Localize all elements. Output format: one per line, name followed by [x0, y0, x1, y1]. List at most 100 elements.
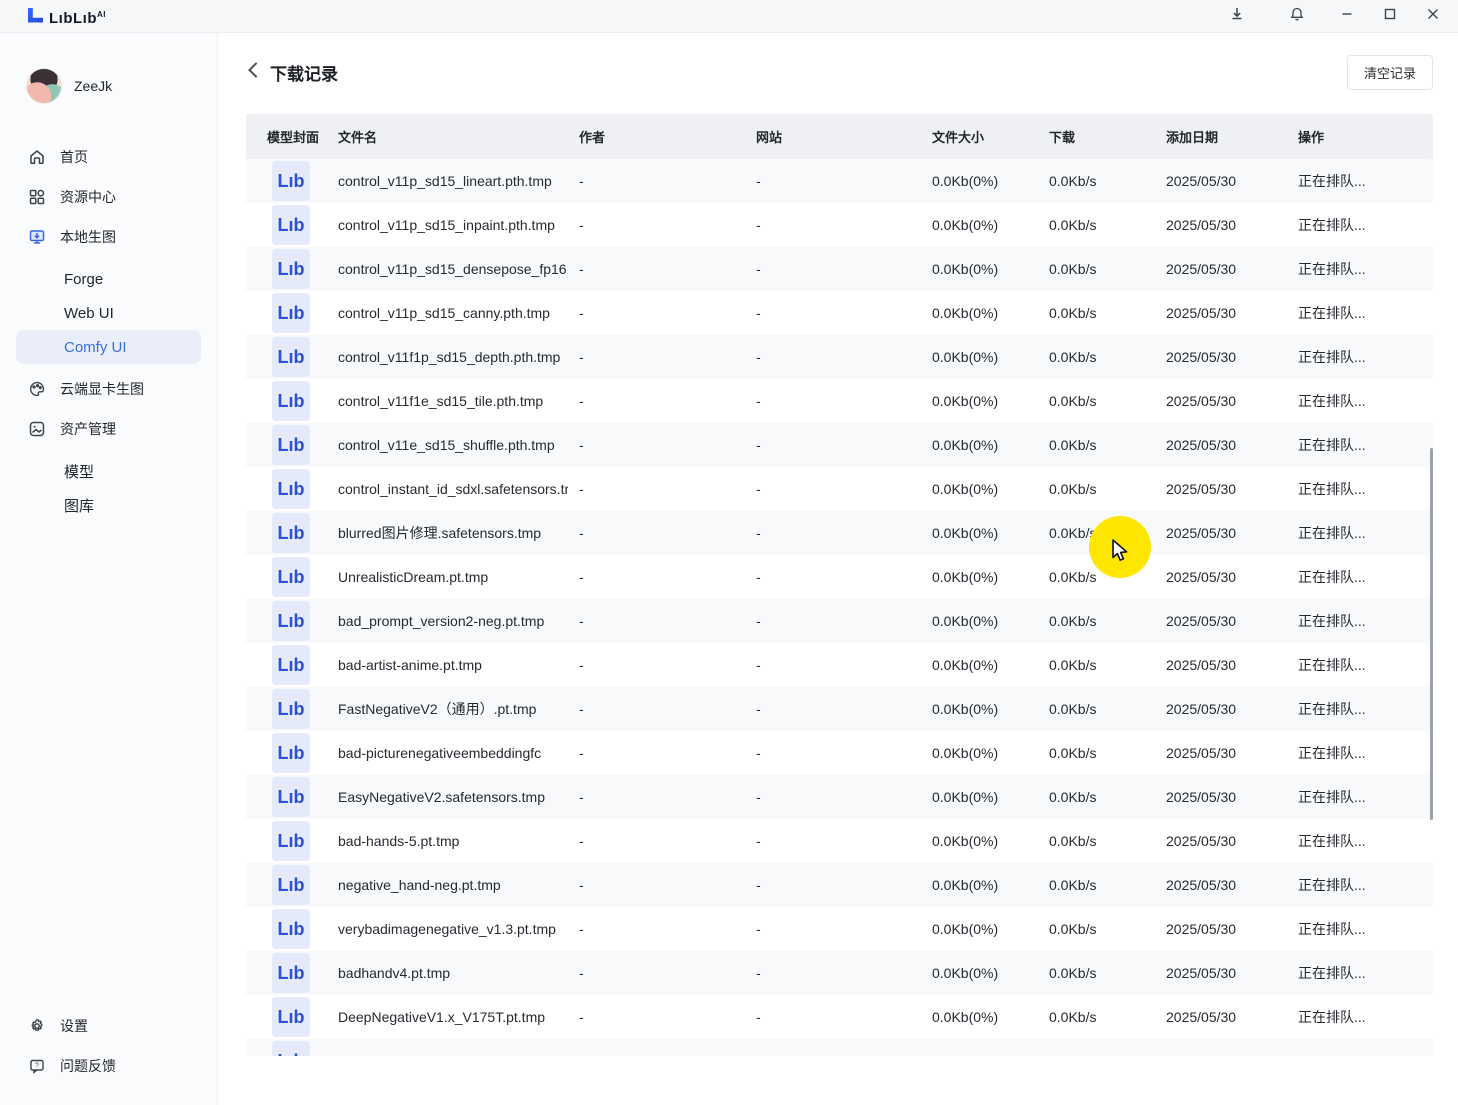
cell-cover: Lıb	[267, 469, 338, 509]
close-button[interactable]	[1418, 2, 1448, 30]
sidebar-item-asset-management[interactable]: 资产管理	[16, 414, 201, 444]
local-generate-icon	[28, 228, 46, 246]
cell-date: 2025/05/30	[1166, 789, 1298, 805]
cell-date: 2025/05/30	[1166, 1009, 1298, 1025]
cell-site: -	[756, 261, 932, 277]
cell-author: -	[579, 261, 756, 277]
user-profile[interactable]: ZeeJk	[0, 68, 217, 122]
cell-speed: 0.0Kb/s	[1049, 877, 1166, 893]
table-row[interactable]: Lıb	[246, 1039, 1433, 1056]
cell-site: -	[756, 305, 932, 321]
table-row[interactable]: LıbEasyNegativeV2.safetensors.tmp--0.0Kb…	[246, 775, 1433, 819]
cell-cover: Lıb	[267, 645, 338, 685]
cell-action: 正在排队...	[1298, 919, 1433, 939]
cell-author: -	[579, 1009, 756, 1025]
table-row[interactable]: Lıbcontrol_v11p_sd15_densepose_fp16.pth.…	[246, 247, 1433, 291]
cell-author: -	[579, 349, 756, 365]
sidebar-item-local-generate[interactable]: 本地生图	[16, 222, 201, 252]
vertical-scrollbar[interactable]	[1430, 448, 1433, 820]
cell-site: -	[756, 481, 932, 497]
table-row[interactable]: Lıbblurred图片修理.safetensors.tmp--0.0Kb(0%…	[246, 511, 1433, 555]
cell-cover: Lıb	[267, 161, 338, 201]
cell-site: -	[756, 569, 932, 585]
table-row[interactable]: Lıbbad-hands-5.pt.tmp--0.0Kb(0%)0.0Kb/s2…	[246, 819, 1433, 863]
table-row[interactable]: Lıbcontrol_v11e_sd15_shuffle.pth.tmp--0.…	[246, 423, 1433, 467]
cell-speed: 0.0Kb/s	[1049, 657, 1166, 673]
clear-records-button[interactable]: 清空记录	[1347, 55, 1433, 90]
back-navigation[interactable]: 下载记录	[246, 60, 338, 85]
cell-size: 0.0Kb(0%)	[932, 173, 1049, 189]
cell-name: bad-artist-anime.pt.tmp	[338, 657, 568, 673]
cell-date: 2025/05/30	[1166, 481, 1298, 497]
table-row[interactable]: Lıbbad-picturenegativeembeddingfc--0.0Kb…	[246, 731, 1433, 775]
cell-cover: Lıb	[267, 601, 338, 641]
table-row[interactable]: Lıbbadhandv4.pt.tmp--0.0Kb(0%)0.0Kb/s202…	[246, 951, 1433, 995]
sidebar-item-settings[interactable]: 设置	[16, 1011, 201, 1041]
table-row[interactable]: Lıbnegative_hand-neg.pt.tmp--0.0Kb(0%)0.…	[246, 863, 1433, 907]
model-cover-thumbnail: Lıb	[272, 293, 310, 333]
table-row[interactable]: Lıbcontrol_instant_id_sdxl.safetensors.t…	[246, 467, 1433, 511]
cell-speed: 0.0Kb/s	[1049, 613, 1166, 629]
cell-author: -	[579, 217, 756, 233]
cell-name: control_instant_id_sdxl.safetensors.tmp	[338, 481, 568, 497]
cell-date: 2025/05/30	[1166, 877, 1298, 893]
cell-size: 0.0Kb(0%)	[932, 569, 1049, 585]
home-icon	[28, 148, 46, 166]
cell-author: -	[579, 833, 756, 849]
sidebar-item-cloud-gpu[interactable]: 云端显卡生图	[16, 374, 201, 404]
cell-action: 正在排队...	[1298, 391, 1433, 411]
sidebar-item-resource-center[interactable]: 资源中心	[16, 182, 201, 212]
cell-cover: Lıb	[267, 293, 338, 333]
notifications-button[interactable]	[1282, 2, 1312, 30]
cell-site: -	[756, 217, 932, 233]
sidebar-item-models[interactable]: 模型	[16, 454, 201, 488]
palette-icon	[28, 380, 46, 398]
table-row[interactable]: LıbFastNegativeV2（通用）.pt.tmp--0.0Kb(0%)0…	[246, 687, 1433, 731]
minimize-button[interactable]	[1332, 2, 1362, 30]
model-cover-thumbnail: Lıb	[272, 997, 310, 1037]
liblib-logo-icon	[28, 8, 43, 23]
cell-name: control_v11p_sd15_lineart.pth.tmp	[338, 173, 568, 189]
table-row[interactable]: Lıbcontrol_v11f1e_sd15_tile.pth.tmp--0.0…	[246, 379, 1433, 423]
cell-author: -	[579, 481, 756, 497]
model-cover-thumbnail: Lıb	[272, 865, 310, 905]
cell-size: 0.0Kb(0%)	[932, 349, 1049, 365]
cell-action: 正在排队...	[1298, 611, 1433, 631]
cell-author: -	[579, 173, 756, 189]
maximize-icon	[1383, 7, 1397, 26]
bell-icon	[1289, 6, 1305, 27]
table-row[interactable]: Lıbcontrol_v11p_sd15_lineart.pth.tmp--0.…	[246, 159, 1433, 203]
table-row[interactable]: Lıbcontrol_v11f1p_sd15_depth.pth.tmp--0.…	[246, 335, 1433, 379]
table-row[interactable]: Lıbbad-artist-anime.pt.tmp--0.0Kb(0%)0.0…	[246, 643, 1433, 687]
cell-date: 2025/05/30	[1166, 393, 1298, 409]
table-row[interactable]: LıbDeepNegativeV1.x_V175T.pt.tmp--0.0Kb(…	[246, 995, 1433, 1039]
cell-site: -	[756, 789, 932, 805]
downloads-button[interactable]	[1222, 2, 1252, 30]
cell-name: bad-picturenegativeembeddingfc	[338, 745, 568, 761]
sidebar-item-webui[interactable]: Web UI	[16, 296, 201, 330]
cell-name: FastNegativeV2（通用）.pt.tmp	[338, 699, 568, 719]
model-cover-thumbnail: Lıb	[272, 953, 310, 993]
cell-date: 2025/05/30	[1166, 569, 1298, 585]
table-row[interactable]: Lıbverybadimagenegative_v1.3.pt.tmp--0.0…	[246, 907, 1433, 951]
table-row[interactable]: Lıbcontrol_v11p_sd15_canny.pth.tmp--0.0K…	[246, 291, 1433, 335]
cell-size: 0.0Kb(0%)	[932, 701, 1049, 717]
cell-speed: 0.0Kb/s	[1049, 261, 1166, 277]
cell-cover: Lıb	[267, 733, 338, 773]
maximize-button[interactable]	[1375, 2, 1405, 30]
table-row[interactable]: Lıbcontrol_v11p_sd15_inpaint.pth.tmp--0.…	[246, 203, 1433, 247]
model-cover-thumbnail: Lıb	[272, 513, 310, 553]
cell-author: -	[579, 613, 756, 629]
cell-date: 2025/05/30	[1166, 613, 1298, 629]
sidebar-item-gallery[interactable]: 图库	[16, 488, 201, 522]
sidebar-item-comfyui[interactable]: Comfy UI	[16, 330, 201, 364]
table-row[interactable]: Lıbbad_prompt_version2-neg.pt.tmp--0.0Kb…	[246, 599, 1433, 643]
sidebar-item-home[interactable]: 首页	[16, 142, 201, 172]
sidebar-item-forge[interactable]: Forge	[16, 262, 201, 296]
cell-action: 正在排队...	[1298, 347, 1433, 367]
model-cover-thumbnail: Lıb	[272, 821, 310, 861]
sidebar-item-label: 资源中心	[60, 187, 116, 207]
cell-site: -	[756, 613, 932, 629]
table-row[interactable]: LıbUnrealisticDream.pt.tmp--0.0Kb(0%)0.0…	[246, 555, 1433, 599]
sidebar-item-feedback[interactable]: ? 问题反馈	[16, 1051, 201, 1081]
